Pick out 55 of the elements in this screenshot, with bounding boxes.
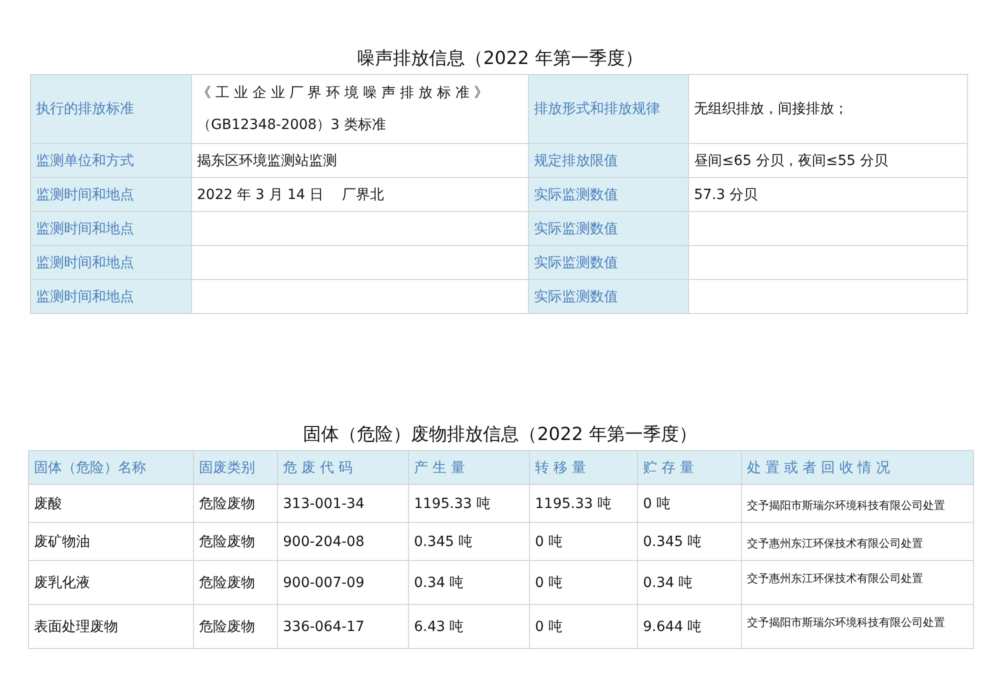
table-cell: 危险废物 — [194, 484, 278, 522]
column-header: 固体（危险）名称 — [28, 450, 194, 484]
label-cell: 实际监测数值 — [528, 178, 688, 212]
value-cell: 《 工 业 企 业 厂 界 环 境 噪 声 排 放 标 准 》（GB12348-2008）3 类标准 — [192, 74, 528, 144]
table-title: 噪声排放信息（2022 年第一季度） — [356, 47, 644, 71]
column-header: 产 生 量 — [408, 450, 530, 484]
column-header: 固废类别 — [194, 450, 278, 484]
table-cell: 900-007-09 — [278, 560, 408, 604]
value-cell: 无组织排放，间接排放； — [688, 74, 968, 144]
table-cell: 交予惠州东江环保技术有限公司处置 — [742, 560, 974, 604]
column-header: 转 移 量 — [530, 450, 638, 484]
column-header: 处 置 或 者 回 收 情 况 — [742, 450, 974, 484]
label-cell: 监测时间和地点 — [30, 246, 192, 280]
table-cell: 废乳化液 — [28, 560, 194, 604]
label-cell: 监测时间和地点 — [30, 212, 192, 246]
label-cell: 执行的排放标准 — [30, 74, 192, 144]
table-cell: 9.644 吨 — [638, 604, 742, 648]
table-cell: 1195.33 吨 — [530, 484, 638, 522]
label-cell: 实际监测数值 — [528, 212, 688, 246]
table-cell: 1195.33 吨 — [408, 484, 530, 522]
value-cell: 2022 年 3 月 14 日 厂界北 — [192, 178, 528, 212]
table-cell: 危险废物 — [194, 604, 278, 648]
value-cell: 揭东区环境监测站监测 — [192, 144, 528, 178]
table-cell: 336-064-17 — [278, 604, 408, 648]
table-cell: 0.345 吨 — [408, 522, 530, 560]
table-cell: 危险废物 — [194, 522, 278, 560]
value-cell: 昼间≤65 分贝，夜间≤55 分贝 — [688, 144, 968, 178]
table-cell: 313-001-34 — [278, 484, 408, 522]
label-cell: 监测单位和方式 — [30, 144, 192, 178]
table-cell: 0 吨 — [530, 522, 638, 560]
table-cell: 表面处理废物 — [28, 604, 194, 648]
value-cell: 57.3 分贝 — [688, 178, 968, 212]
table-cell: 0 吨 — [530, 604, 638, 648]
table-cell: 废矿物油 — [28, 522, 194, 560]
table-cell: 交予惠州东江环保技术有限公司处置 — [742, 522, 974, 560]
table-cell: 0.34 吨 — [638, 560, 742, 604]
label-cell: 规定排放限值 — [528, 144, 688, 178]
table-cell: 交予揭阳市斯瑞尔环境科技有限公司处置 — [742, 604, 974, 648]
label-cell: 监测时间和地点 — [30, 280, 192, 314]
table-cell: 0 吨 — [638, 484, 742, 522]
table-cell: 900-204-08 — [278, 522, 408, 560]
table-cell: 0 吨 — [530, 560, 638, 604]
table-cell: 危险废物 — [194, 560, 278, 604]
column-header: 贮 存 量 — [638, 450, 742, 484]
column-header: 危 废 代 码 — [278, 450, 408, 484]
table-cell: 交予揭阳市斯瑞尔环境科技有限公司处置 — [742, 484, 974, 522]
label-cell: 排放形式和排放规律 — [528, 74, 688, 144]
table-cell: 0.34 吨 — [408, 560, 530, 604]
table-cell: 0.345 吨 — [638, 522, 742, 560]
label-cell: 监测时间和地点 — [30, 178, 192, 212]
label-cell: 实际监测数值 — [528, 280, 688, 314]
label-cell: 实际监测数值 — [528, 246, 688, 280]
table-cell: 6.43 吨 — [408, 604, 530, 648]
table-title: 固体（危险）废物排放信息（2022 年第一季度） — [302, 423, 698, 447]
table-cell: 废酸 — [28, 484, 194, 522]
